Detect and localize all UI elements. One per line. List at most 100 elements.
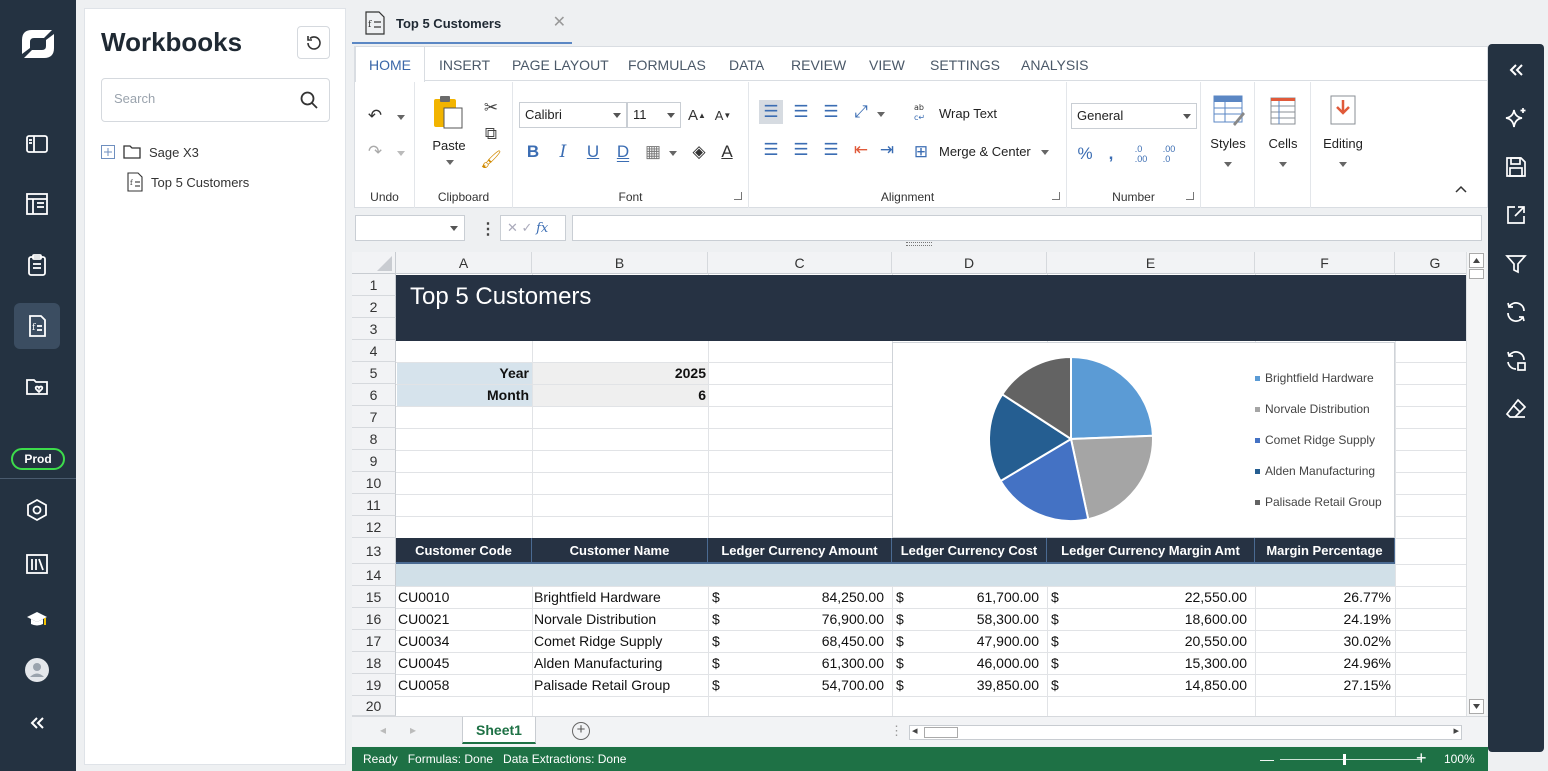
tab-analysis[interactable]: ANALYSIS: [1021, 47, 1088, 81]
cut-icon[interactable]: ✂: [479, 96, 503, 120]
vertical-scrollbar[interactable]: [1466, 252, 1486, 716]
alignment-dialog-launcher-icon[interactable]: [1052, 192, 1060, 200]
table-band-row[interactable]: [396, 564, 1395, 586]
amount-cell[interactable]: 61,300.00: [724, 653, 886, 674]
tree-item-workbook[interactable]: f Top 5 Customers: [127, 171, 249, 193]
number-format-select[interactable]: General: [1071, 103, 1197, 129]
customer-name-cell[interactable]: Palisade Retail Group: [532, 675, 708, 696]
currency-symbol[interactable]: $: [1049, 675, 1063, 696]
expand-icon[interactable]: [101, 145, 115, 159]
decrease-decimal-icon[interactable]: .00.0: [1157, 142, 1181, 166]
percent-icon[interactable]: %: [1073, 142, 1097, 166]
tab-page-layout[interactable]: PAGE LAYOUT: [512, 47, 609, 81]
orientation-dropdown-icon[interactable]: [877, 112, 885, 117]
zoom-in-icon[interactable]: +: [1416, 746, 1427, 770]
row-header[interactable]: 12: [352, 516, 396, 538]
cost-cell[interactable]: 46,000.00: [908, 653, 1041, 674]
user-avatar-icon[interactable]: [14, 647, 60, 693]
currency-symbol[interactable]: $: [894, 631, 908, 652]
margin-pct-cell[interactable]: 26.77%: [1255, 587, 1393, 608]
row-header[interactable]: 1: [352, 274, 396, 296]
select-all-corner[interactable]: [352, 252, 396, 274]
insert-function-icon[interactable]: fx: [536, 221, 548, 236]
align-left-icon[interactable]: ☰: [759, 138, 783, 162]
underline-icon[interactable]: U: [581, 140, 605, 164]
row-header[interactable]: 13: [352, 538, 396, 564]
font-color-icon[interactable]: A: [715, 140, 739, 164]
bold-icon[interactable]: B: [521, 140, 545, 164]
search-icon[interactable]: [299, 90, 319, 110]
margin-pct-cell[interactable]: 30.02%: [1255, 631, 1393, 652]
row-header[interactable]: 14: [352, 564, 396, 586]
dashboard-icon[interactable]: [14, 181, 60, 227]
margin-pct-cell[interactable]: 24.96%: [1255, 653, 1393, 674]
zoom-level[interactable]: 100%: [1444, 747, 1475, 771]
tree-item-folder[interactable]: Sage X3: [101, 141, 199, 163]
expand-panel-icon[interactable]: [1502, 56, 1530, 84]
customer-code-cell[interactable]: CU0034: [396, 631, 532, 652]
customer-name-cell[interactable]: Norvale Distribution: [532, 609, 708, 630]
column-header[interactable]: G: [1395, 252, 1476, 274]
merge-dropdown-icon[interactable]: [1041, 150, 1049, 155]
environment-badge[interactable]: Prod: [11, 448, 65, 470]
scroll-right-icon[interactable]: ▸: [1453, 724, 1459, 737]
margin-pct-cell[interactable]: 24.19%: [1255, 609, 1393, 630]
format-painter-icon[interactable]: 🖌: [479, 148, 503, 172]
horizontal-scrollbar[interactable]: ◂ ▸: [909, 725, 1462, 740]
undo-icon[interactable]: ↶: [363, 104, 387, 128]
row-header[interactable]: 9: [352, 450, 396, 472]
amount-cell[interactable]: 54,700.00: [724, 675, 886, 696]
title-banner[interactable]: Top 5 Customers: [396, 275, 1476, 341]
align-top-icon[interactable]: ☰: [759, 100, 783, 124]
prev-sheet-icon[interactable]: ◂: [380, 723, 386, 737]
row-header[interactable]: 5: [352, 362, 396, 384]
paste-dropdown-icon[interactable]: [446, 160, 454, 165]
table-header-cell[interactable]: Customer Code: [396, 538, 532, 564]
row-header[interactable]: 8: [352, 428, 396, 450]
styles-icon[interactable]: [1213, 94, 1245, 126]
cost-cell[interactable]: 47,900.00: [908, 631, 1041, 652]
sheet-tab[interactable]: Sheet1: [462, 717, 536, 744]
settings-hex-icon[interactable]: [14, 487, 60, 533]
currency-symbol[interactable]: $: [894, 653, 908, 674]
cost-cell[interactable]: 39,850.00: [908, 675, 1041, 696]
library-icon[interactable]: [14, 541, 60, 587]
double-underline-icon[interactable]: D: [611, 140, 635, 164]
row-header[interactable]: 10: [352, 472, 396, 494]
workbook-icon[interactable]: f: [14, 303, 60, 349]
styles-dropdown-icon[interactable]: [1224, 162, 1232, 167]
refresh-button[interactable]: [297, 26, 330, 59]
sidebar-toggle-icon[interactable]: [14, 121, 60, 167]
align-center-icon[interactable]: ☰: [789, 138, 813, 162]
redo-dropdown-icon[interactable]: [397, 151, 405, 156]
currency-symbol[interactable]: $: [710, 609, 724, 630]
currency-symbol[interactable]: $: [1049, 653, 1063, 674]
column-header[interactable]: B: [532, 252, 708, 274]
collapse-nav-icon[interactable]: [14, 700, 60, 746]
eraser-icon[interactable]: [1502, 395, 1530, 423]
comma-style-icon[interactable]: ,: [1099, 142, 1123, 166]
styles-label[interactable]: Styles: [1201, 136, 1255, 151]
redo-icon[interactable]: ↷: [363, 140, 387, 164]
paste-label[interactable]: Paste: [429, 138, 469, 153]
scroll-up-icon[interactable]: [1469, 253, 1484, 268]
tab-view[interactable]: VIEW: [869, 47, 905, 81]
zoom-slider-thumb[interactable]: [1343, 754, 1346, 765]
amount-cell[interactable]: 84,250.00: [724, 587, 886, 608]
tab-splitter-icon[interactable]: ⋮: [890, 723, 903, 739]
column-header[interactable]: D: [892, 252, 1047, 274]
wrap-text-icon[interactable]: abc↵: [913, 102, 931, 122]
row-header[interactable]: 17: [352, 630, 396, 652]
align-bottom-icon[interactable]: ☰: [819, 100, 843, 124]
currency-symbol[interactable]: $: [710, 631, 724, 652]
row-header[interactable]: 7: [352, 406, 396, 428]
italic-icon[interactable]: I: [551, 140, 575, 164]
hscroll-thumb[interactable]: [924, 727, 958, 738]
row-header[interactable]: 20: [352, 696, 396, 716]
legend-entry[interactable]: Comet Ridge Supply: [1255, 433, 1375, 447]
font-name-select[interactable]: Calibri: [519, 102, 627, 128]
ai-sparkle-icon[interactable]: [1502, 105, 1530, 133]
formula-bar-resize-handle[interactable]: [906, 242, 932, 246]
currency-symbol[interactable]: $: [710, 653, 724, 674]
editing-label[interactable]: Editing: [1311, 136, 1375, 151]
